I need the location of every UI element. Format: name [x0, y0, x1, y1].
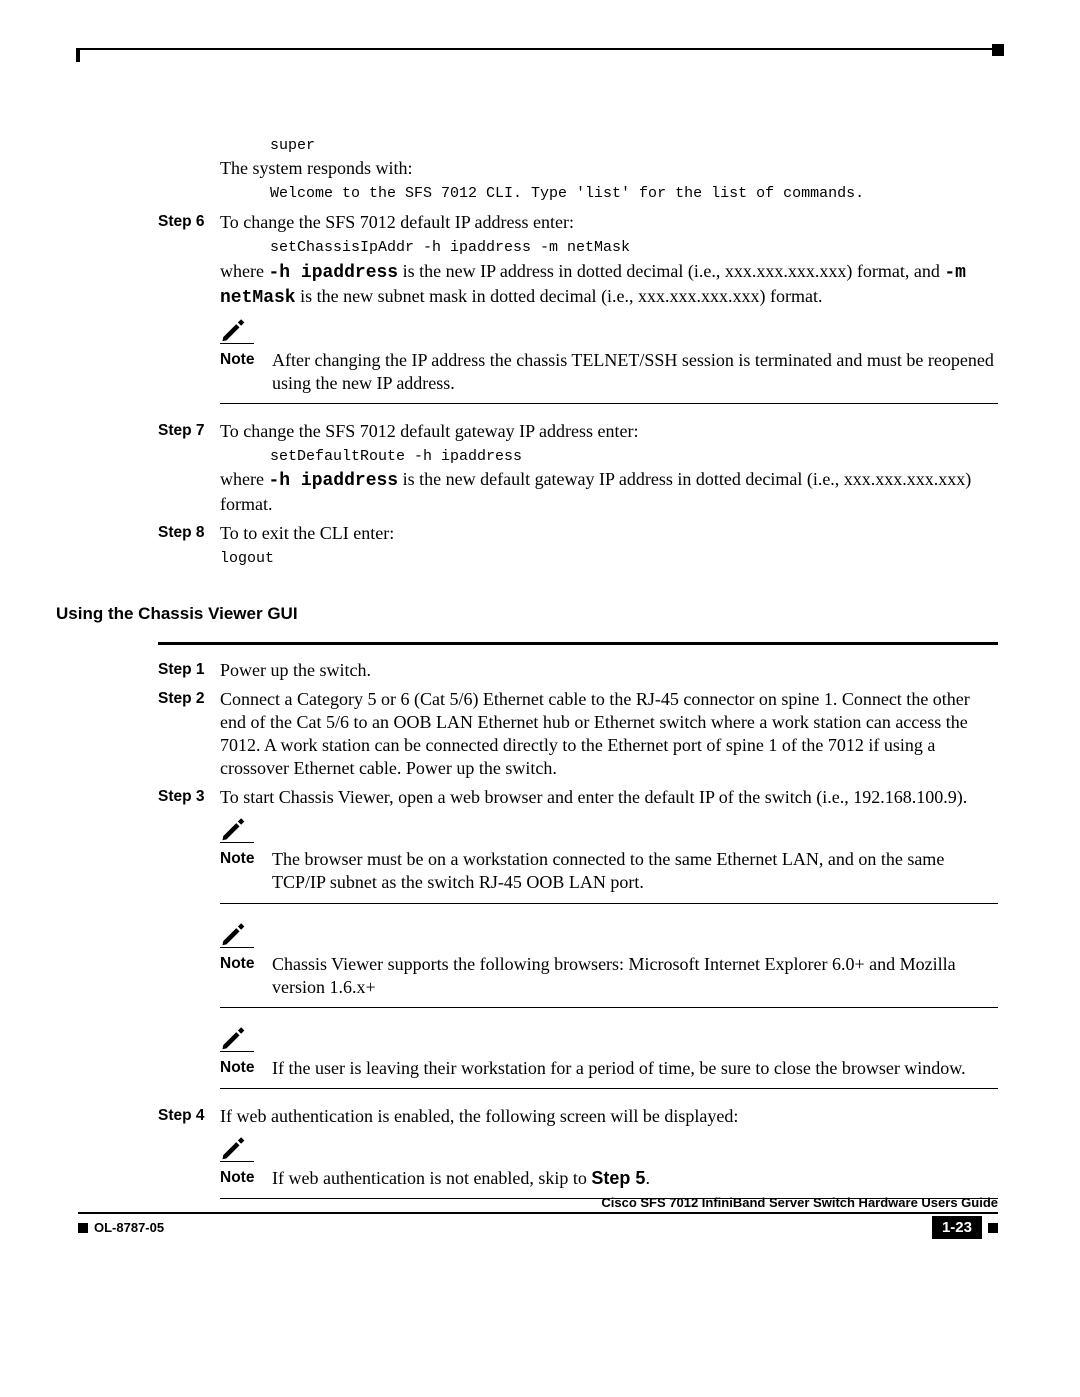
arg-h-ipaddress: -h ipaddress [268, 471, 398, 491]
note-text: After changing the IP address the chassi… [272, 349, 998, 395]
pen-icon [220, 316, 246, 342]
note-label: Note [220, 349, 272, 370]
step-6-text: To change the SFS 7012 default IP addres… [220, 211, 998, 234]
text: is the new IP address in dotted decimal … [398, 261, 944, 281]
text: is the new subnet mask in dotted decimal… [296, 286, 823, 306]
section-divider [158, 642, 998, 645]
note-block: Note The browser must be on a workstatio… [220, 815, 998, 903]
note-text: Chassis Viewer supports the following br… [272, 953, 998, 999]
step-8-text: To to exit the CLI enter: [220, 522, 998, 545]
pen-icon [220, 1024, 246, 1050]
note-label: Note [220, 848, 272, 869]
step-8-code: logout [220, 549, 998, 568]
page-frame: super The system responds with: Welcome … [78, 48, 998, 1197]
ref-step-5: Step 5 [591, 1168, 645, 1188]
step-7-code: setDefaultRoute -h ipaddress [220, 447, 998, 466]
note-text: If web authentication is not enabled, sk… [272, 1167, 998, 1190]
text: where [220, 469, 268, 489]
step-7-label: Step 7 [78, 420, 220, 440]
step-3-text: To start Chassis Viewer, open a web brow… [220, 786, 998, 809]
page-footer: Cisco SFS 7012 InfiniBand Server Switch … [78, 1195, 998, 1239]
note-label: Note [220, 953, 272, 974]
content-area: super The system responds with: Welcome … [78, 50, 998, 1199]
note-label: Note [220, 1057, 272, 1078]
heading-chassis-viewer-gui: Using the Chassis Viewer GUI [56, 604, 998, 624]
pen-icon [220, 920, 246, 946]
code-welcome: Welcome to the SFS 7012 CLI. Type 'list'… [220, 184, 998, 203]
text-system-responds: The system responds with: [220, 157, 998, 180]
note-block: Note If web authentication is not enable… [220, 1134, 998, 1199]
page-number: 1-23 [932, 1216, 982, 1239]
page-number-wrap: 1-23 [932, 1216, 998, 1239]
doc-id: OL-8787-05 [78, 1220, 164, 1235]
note-text: If the user is leaving their workstation… [272, 1057, 998, 1080]
crop-tick-left [76, 48, 80, 62]
step-2-label: Step 2 [78, 688, 220, 708]
step-2-text: Connect a Category 5 or 6 (Cat 5/6) Ethe… [220, 688, 998, 780]
note-block: Note After changing the IP address the c… [220, 316, 998, 404]
step-7-where: where -h ipaddress is the new default ga… [220, 468, 998, 516]
square-bullet-icon [78, 1223, 88, 1233]
note-text: The browser must be on a workstation con… [272, 848, 998, 894]
doc-id-text: OL-8787-05 [94, 1220, 164, 1235]
pen-icon [220, 1134, 246, 1160]
text: . [645, 1168, 650, 1188]
step-1-label: Step 1 [78, 659, 220, 679]
arg-h-ipaddress: -h ipaddress [268, 263, 398, 283]
step-7-text: To change the SFS 7012 default gateway I… [220, 420, 998, 443]
step-3-label: Step 3 [78, 786, 220, 806]
text: where [220, 261, 268, 281]
crop-corner-right [992, 44, 1004, 56]
pen-icon [220, 815, 246, 841]
code-super: super [220, 136, 998, 155]
step-6-where: where -h ipaddress is the new IP address… [220, 260, 998, 310]
square-bullet-icon [988, 1223, 998, 1233]
step-6-label: Step 6 [78, 211, 220, 231]
footer-title: Cisco SFS 7012 InfiniBand Server Switch … [78, 1195, 998, 1214]
note-block: Note Chassis Viewer supports the followi… [220, 920, 998, 1008]
note-label: Note [220, 1167, 272, 1188]
step-6-code: setChassisIpAddr -h ipaddress -m netMask [220, 238, 998, 257]
step-8-label: Step 8 [78, 522, 220, 542]
step-4-label: Step 4 [78, 1105, 220, 1125]
note-block: Note If the user is leaving their workst… [220, 1024, 998, 1089]
text: If web authentication is not enabled, sk… [272, 1168, 591, 1188]
step-4-text: If web authentication is enabled, the fo… [220, 1105, 998, 1128]
step-1-text: Power up the switch. [220, 659, 998, 682]
